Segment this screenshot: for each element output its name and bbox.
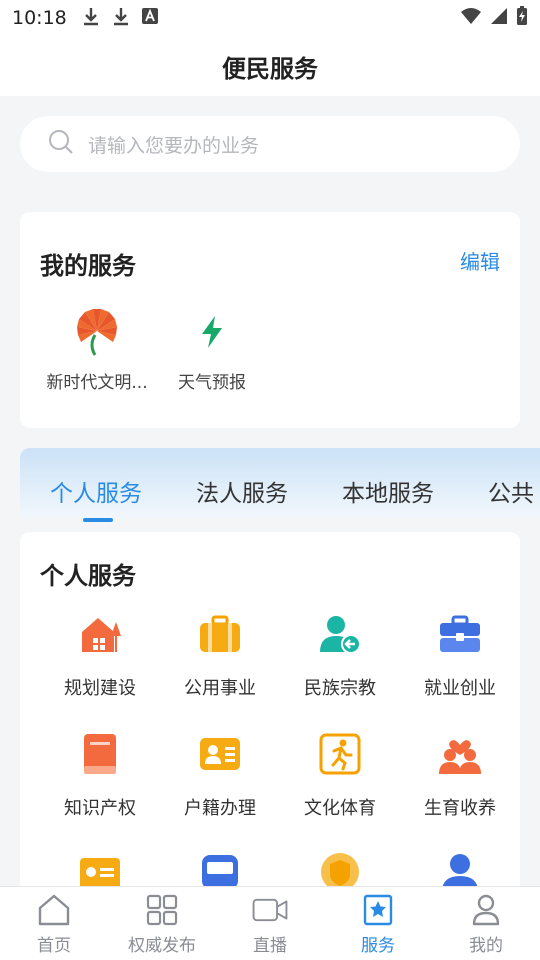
service-label: 规划建设 [64,678,136,699]
book-icon [78,732,122,776]
home-icon [36,893,72,927]
download-icon [81,6,101,30]
person-icon [468,893,504,927]
my-service-civilization[interactable]: 新时代文明... [37,308,157,393]
personal-services-card: 个人服务 规划建设 公用事业 民族宗教 就业创业 知识产权 户籍办理 文化体育 … [20,532,520,932]
toolbox-icon [438,612,482,656]
service-label: 就业创业 [424,678,496,699]
civilization-emblem-icon [73,308,121,356]
service-label: 公用事业 [184,678,256,699]
status-time: 10:18 [12,7,67,29]
nav-label: 首页 [37,936,71,956]
runner-icon [318,732,362,776]
tab-local[interactable]: 本地服务 [342,474,434,508]
my-service-label: 新时代文明... [46,373,148,393]
service-label: 民族宗教 [304,678,376,699]
service-label: 知识产权 [64,798,136,819]
nav-home[interactable]: 首页 [0,887,108,960]
nav-services[interactable]: 服务 [324,887,432,960]
tab-legal-person[interactable]: 法人服务 [196,474,288,508]
nav-live[interactable]: 直播 [216,887,324,960]
service-birth-adoption[interactable]: 生育收养 [400,732,520,820]
service-utilities[interactable]: 公用事业 [160,612,280,700]
nav-authoritative-release[interactable]: 权威发布 [108,887,216,960]
tab-public[interactable]: 公共 [488,474,534,508]
video-camera-icon [252,893,288,927]
service-label: 文化体育 [304,798,376,819]
status-bar: 10:18 [0,0,540,36]
briefcase-icon [198,612,242,656]
personal-services-title: 个人服务 [40,562,136,590]
edit-button[interactable]: 编辑 [460,246,500,275]
nav-label: 我的 [469,936,503,956]
service-intellectual-property[interactable]: 知识产权 [40,732,160,820]
nav-mine[interactable]: 我的 [432,887,540,960]
title-bar: 便民服务 [0,36,540,96]
service-culture-sports[interactable]: 文化体育 [280,732,400,820]
user-return-icon [318,612,362,656]
translate-icon [141,7,159,29]
nav-label: 直播 [253,936,287,956]
service-label: 户籍办理 [184,798,256,819]
my-services-card: 我的服务 编辑 新时代文明... 天气预报 [20,212,520,428]
service-planning[interactable]: 规划建设 [40,612,160,700]
service-employment[interactable]: 就业创业 [400,612,520,700]
search-input[interactable]: 请输入您要办的业务 [20,116,520,172]
my-service-label: 天气预报 [178,373,246,393]
service-tabs: 个人服务 法人服务 本地服务 公共 [20,448,540,518]
search-area: 请输入您要办的业务 [0,96,540,176]
battery-icon [516,6,528,30]
house-icon [78,612,122,656]
signal-icon [490,7,508,29]
nav-label: 服务 [361,936,395,956]
nav-label: 权威发布 [128,936,196,956]
search-placeholder: 请输入您要办的业务 [88,134,260,157]
service-ethnic-religious[interactable]: 民族宗教 [280,612,400,700]
service-household-registration[interactable]: 户籍办理 [160,732,280,820]
my-services-title: 我的服务 [40,252,136,280]
lightning-icon [188,308,236,356]
service-label: 生育收养 [424,798,496,819]
wifi-icon [460,7,482,29]
active-tab-indicator [83,518,113,522]
grid-icon [144,893,180,927]
search-icon [48,129,74,159]
my-service-weather[interactable]: 天气预报 [152,308,272,393]
family-heart-icon [438,732,482,776]
download-icon [111,6,131,30]
bottom-nav: 首页 权威发布 直播 服务 我的 [0,886,540,960]
tab-personal[interactable]: 个人服务 [50,474,142,508]
page-title: 便民服务 [222,54,318,83]
star-bookmark-icon [360,893,396,927]
id-card-icon [198,732,242,776]
